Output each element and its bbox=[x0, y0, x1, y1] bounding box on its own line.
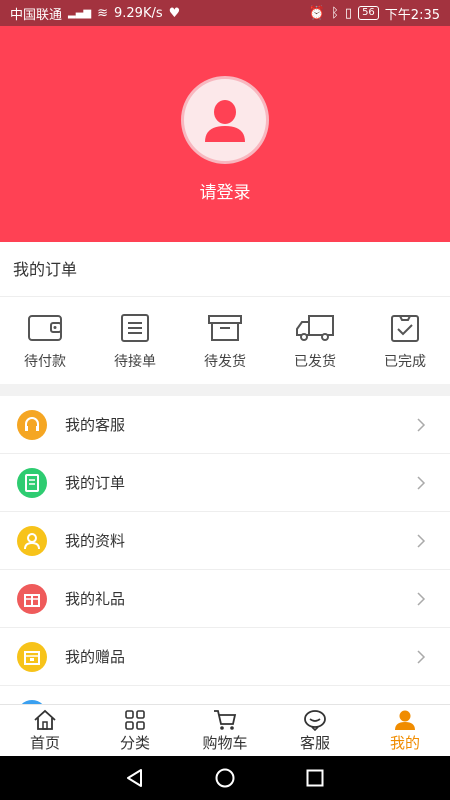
vibrate-icon: ▯ bbox=[344, 5, 353, 21]
bluetooth-icon: ᛒ bbox=[331, 5, 339, 21]
menu-item-customer-service[interactable]: 我的客服 bbox=[0, 396, 450, 454]
status-bar: 中国联通 ▂▄▆ ≋ 9.29K/s ♥ ⏰ ᛒ ▯ 56 下午2:35 bbox=[0, 0, 450, 26]
tab-home[interactable]: 首页 bbox=[0, 705, 90, 756]
chevron-right-icon bbox=[417, 417, 426, 432]
network-speed: 9.29K/s bbox=[114, 5, 163, 21]
back-icon[interactable] bbox=[124, 767, 146, 789]
home-icon bbox=[34, 709, 56, 730]
menu-item-gifts[interactable]: 我的礼品 bbox=[0, 570, 450, 628]
list-icon bbox=[121, 314, 149, 342]
order-pending-payment[interactable]: 待付款 bbox=[0, 297, 90, 384]
order-pending-accept[interactable]: 待接单 bbox=[90, 297, 180, 384]
chevron-right-icon bbox=[417, 591, 426, 606]
wifi-icon: ≋ bbox=[97, 5, 108, 21]
system-nav-bar bbox=[0, 756, 450, 800]
recents-icon[interactable] bbox=[304, 767, 326, 789]
order-label: 待付款 bbox=[24, 354, 66, 370]
menu-item-orders[interactable]: 我的订单 bbox=[0, 454, 450, 512]
truck-icon bbox=[296, 315, 334, 341]
order-shipped[interactable]: 已发货 bbox=[270, 297, 360, 384]
user-silhouette-icon bbox=[205, 100, 245, 142]
order-label: 已发货 bbox=[294, 354, 336, 370]
document-icon bbox=[17, 467, 47, 498]
bottom-tab-bar: 首页 分类 购物车 客服 我的 bbox=[0, 704, 450, 756]
chevron-right-icon bbox=[417, 475, 426, 490]
menu-label: 我的订单 bbox=[65, 474, 126, 492]
heart-icon: ♥ bbox=[168, 5, 181, 21]
profile-header: 请登录 bbox=[0, 26, 450, 242]
tab-label: 购物车 bbox=[202, 733, 248, 752]
tab-category[interactable]: 分类 bbox=[90, 705, 180, 756]
menu-label: 我的资料 bbox=[65, 532, 126, 550]
clock: 下午2:35 bbox=[384, 7, 440, 23]
grid-icon bbox=[125, 709, 145, 730]
tab-label: 客服 bbox=[299, 733, 330, 752]
chat-icon bbox=[304, 709, 326, 731]
menu-item-freebies[interactable]: 我的赠品 bbox=[0, 628, 450, 686]
avatar[interactable] bbox=[181, 76, 269, 164]
order-completed[interactable]: 已完成 bbox=[360, 297, 450, 384]
menu-list: 我的客服 我的订单 我的资料 我的礼品 我的赠品 bbox=[0, 396, 450, 704]
headset-icon bbox=[17, 409, 47, 440]
order-label: 待发货 bbox=[204, 354, 246, 370]
box-icon bbox=[208, 315, 242, 341]
user-icon bbox=[395, 710, 415, 730]
order-label: 待接单 bbox=[114, 354, 156, 370]
cart-icon bbox=[214, 709, 237, 730]
profile-icon bbox=[17, 525, 47, 556]
alarm-icon: ⏰ bbox=[308, 5, 326, 21]
wallet-icon bbox=[28, 315, 62, 341]
tab-cart[interactable]: 购物车 bbox=[180, 705, 270, 756]
battery-indicator: 56 bbox=[358, 6, 379, 20]
signal-icon: ▂▄▆ bbox=[68, 7, 92, 19]
tab-mine[interactable]: 我的 bbox=[360, 705, 450, 756]
home-circle-icon[interactable] bbox=[214, 767, 236, 789]
menu-label: 我的赠品 bbox=[65, 648, 126, 666]
menu-label: 我的客服 bbox=[65, 416, 126, 434]
tab-label: 我的 bbox=[389, 733, 420, 752]
order-label: 已完成 bbox=[384, 354, 426, 370]
menu-item-partial[interactable] bbox=[0, 686, 450, 704]
menu-label: 我的礼品 bbox=[65, 590, 126, 608]
tab-service[interactable]: 客服 bbox=[270, 705, 360, 756]
chevron-right-icon bbox=[417, 649, 426, 664]
tab-label: 首页 bbox=[29, 733, 60, 752]
order-pending-ship[interactable]: 待发货 bbox=[180, 297, 270, 384]
gift-icon bbox=[17, 583, 47, 614]
clipboard-check-icon bbox=[391, 315, 419, 342]
login-button[interactable]: 请登录 bbox=[200, 178, 251, 203]
giftbox-icon bbox=[17, 641, 47, 672]
tab-label: 分类 bbox=[119, 733, 150, 752]
orders-section: 我的订单 待付款 待接单 待发货 已发货 已完成 bbox=[0, 242, 450, 384]
chevron-right-icon bbox=[417, 533, 426, 548]
menu-item-profile[interactable]: 我的资料 bbox=[0, 512, 450, 570]
orders-title: 我的订单 bbox=[0, 242, 450, 297]
carrier-label: 中国联通 bbox=[10, 7, 63, 23]
